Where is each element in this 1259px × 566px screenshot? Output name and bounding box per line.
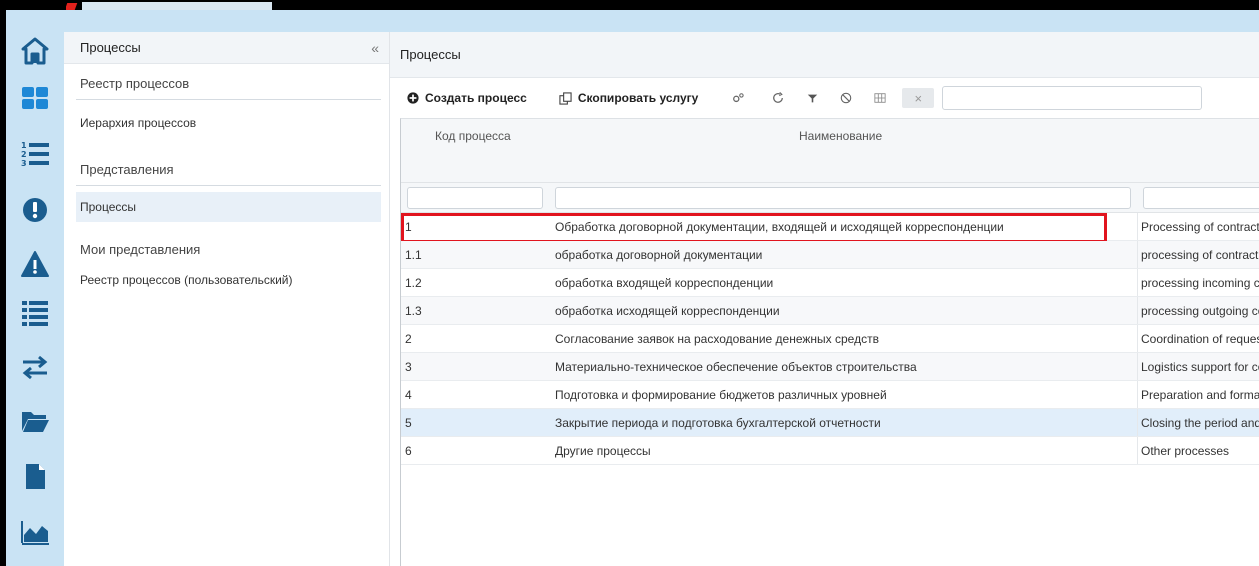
dashboard-icon[interactable] — [17, 81, 53, 115]
column-separator — [1137, 353, 1138, 380]
cell-code: 4 — [405, 388, 412, 402]
copy-icon — [559, 91, 573, 105]
table-row[interactable]: 2 Согласование заявок на расходование ден… — [401, 325, 1259, 353]
columns-icon[interactable] — [864, 85, 896, 111]
copy-service-button[interactable]: Скопировать услугу — [551, 85, 706, 111]
cell-name-en: processing incoming co — [1141, 276, 1259, 290]
cell-name: Подготовка и формирование бюджетов разли… — [555, 388, 887, 402]
cell-name-en: Closing the period and p — [1141, 416, 1259, 430]
cell-name: обработка входящей корреспонденции — [555, 276, 774, 290]
grid-rows: 1 Обработка договорной документации, вход… — [401, 213, 1259, 465]
cell-name-en: processing outgoing co — [1141, 304, 1259, 318]
grid-header: Код процесса Наименование — [401, 119, 1259, 183]
sidebar-item-processes[interactable]: Процессы — [76, 192, 381, 222]
transfer-icon[interactable] — [17, 350, 53, 384]
filter-name-input[interactable] — [555, 187, 1131, 209]
sidebar-section-my-views: Мои представления — [80, 242, 201, 257]
toolbar: Создать процесс Скопировать услугу × — [398, 78, 1259, 118]
table-row[interactable]: 1.2 обработка входящей корреспонденции pro… — [401, 269, 1259, 297]
cell-name-en: Preparation and formati — [1141, 388, 1259, 402]
cell-code: 5 — [405, 416, 412, 430]
table-row[interactable]: 6 Другие процессы Other processes — [401, 437, 1259, 465]
column-separator — [1137, 409, 1138, 436]
process-grid: Код процесса Наименование 1 Обработка дог… — [400, 118, 1259, 566]
area-chart-icon[interactable] — [17, 515, 53, 549]
document-icon[interactable] — [17, 459, 53, 493]
table-row[interactable]: 1 Обработка договорной документации, вход… — [401, 213, 1259, 243]
alert-circle-icon[interactable] — [17, 193, 53, 227]
sidebar-item-user-registry[interactable]: Реестр процессов (пользовательский) — [76, 265, 381, 295]
filter-en-input[interactable] — [1143, 187, 1259, 209]
cell-code: 6 — [405, 444, 412, 458]
cell-name: Закрытие периода и подготовка бухгалтерс… — [555, 416, 881, 430]
page-title: Процессы — [390, 32, 1259, 78]
cell-name-en: processing of contract c — [1141, 248, 1259, 262]
table-row[interactable]: 4 Подготовка и формирование бюджетов разл… — [401, 381, 1259, 409]
sidebar-item-hierarchy[interactable]: Иерархия процессов — [76, 108, 381, 138]
svg-text:1: 1 — [21, 141, 27, 150]
home-icon[interactable] — [17, 34, 53, 68]
cell-code: 1.1 — [405, 248, 422, 262]
cell-name: обработка договорной документации — [555, 248, 763, 262]
double-chevron-left-icon[interactable]: « — [371, 40, 379, 56]
copy-service-label: Скопировать услугу — [577, 91, 699, 105]
column-separator — [1137, 213, 1138, 240]
folder-icon[interactable] — [17, 404, 53, 438]
svg-text:2: 2 — [21, 150, 27, 159]
main-panel: Процессы Создать процесс Скопировать усл… — [390, 32, 1259, 566]
cell-name-en: Other processes — [1141, 444, 1230, 458]
cell-name-en: Logistics support for co — [1141, 360, 1259, 374]
brand-logo — [66, 0, 286, 10]
table-row[interactable]: 1.3 обработка исходящей корреспонденции pr… — [401, 297, 1259, 325]
cell-code: 2 — [405, 332, 412, 346]
sidebar-section-registry: Реестр процессов — [76, 64, 381, 100]
cell-code: 1 — [405, 220, 412, 234]
warning-icon[interactable] — [17, 247, 53, 281]
column-separator — [1137, 241, 1138, 268]
sidebar-header: Процессы « — [64, 32, 389, 64]
column-separator — [1137, 381, 1138, 408]
column-separator — [1137, 269, 1138, 296]
cell-name: Другие процессы — [555, 444, 651, 458]
app-window: 123 Процессы « Реестр процессов Иерархия… — [6, 0, 1259, 566]
column-separator — [1137, 297, 1138, 324]
column-separator — [1137, 437, 1138, 464]
cell-code: 1.2 — [405, 276, 422, 290]
cell-name: Материально-техническое обеспечение объе… — [555, 360, 917, 374]
cell-name-en: Coordination of request — [1141, 332, 1259, 346]
cell-name-en: Processing of contractu — [1141, 220, 1259, 234]
logo-wordmark — [82, 2, 272, 10]
table-row[interactable]: 1.1 обработка договорной документации proc… — [401, 241, 1259, 269]
numbered-list-icon[interactable]: 123 — [17, 136, 53, 170]
cell-code: 3 — [405, 360, 412, 374]
create-process-label: Создать процесс — [425, 91, 527, 105]
sidebar-title: Процессы — [80, 40, 141, 55]
top-header — [6, 0, 1259, 32]
refresh-icon[interactable] — [762, 85, 794, 111]
cancel-icon[interactable] — [830, 85, 862, 111]
column-header-name[interactable]: Наименование — [799, 129, 882, 143]
logo-mark — [66, 3, 78, 10]
filter-row — [401, 183, 1259, 213]
search-input[interactable] — [942, 86, 1203, 110]
column-header-code[interactable]: Код процесса — [435, 129, 511, 143]
filter-icon[interactable] — [796, 85, 828, 111]
list-icon[interactable] — [17, 295, 53, 329]
column-separator — [1137, 325, 1138, 352]
sidebar-section-views: Представления — [76, 150, 381, 186]
cell-name: Обработка договорной документации, входя… — [555, 220, 1004, 234]
icon-navigation: 123 — [6, 32, 64, 566]
cell-name: обработка исходящей корреспонденции — [555, 304, 780, 318]
cell-name: Согласование заявок на расходование дене… — [555, 332, 879, 346]
table-row[interactable]: 3 Материально-техническое обеспечение объ… — [401, 353, 1259, 381]
clear-button[interactable]: × — [902, 88, 935, 108]
svg-text:3: 3 — [21, 159, 27, 168]
filter-code-input[interactable] — [407, 187, 543, 209]
create-process-button[interactable]: Создать процесс — [398, 85, 535, 111]
table-row[interactable]: 5 Закрытие периода и подготовка бухгалтер… — [401, 409, 1259, 437]
cell-code: 1.3 — [405, 304, 422, 318]
sidebar: Процессы « Реестр процессов Иерархия про… — [64, 32, 390, 566]
settings-icon[interactable] — [722, 85, 754, 111]
plus-circle-icon — [406, 91, 420, 105]
